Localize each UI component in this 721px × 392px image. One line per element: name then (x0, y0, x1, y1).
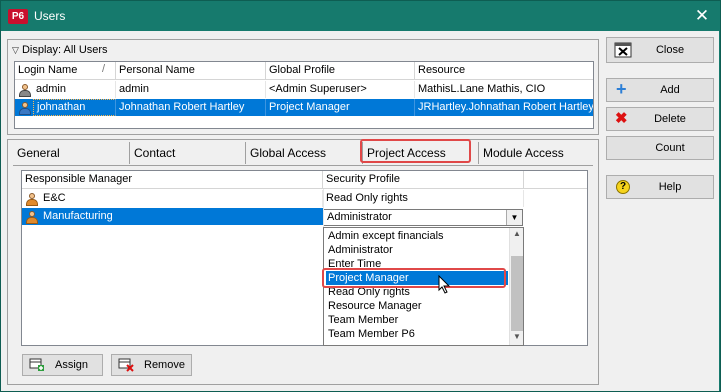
manager-icon (25, 210, 39, 224)
add-icon: + (616, 79, 627, 99)
tab-contact[interactable]: Contact (130, 142, 246, 164)
details-panel: General Contact Global Access Project Ac… (7, 139, 599, 385)
remove-icon (118, 358, 134, 372)
window-client-area: ▽ Display: All Users Login Name / Person… (1, 31, 719, 391)
cell-login: johnathan (33, 99, 116, 116)
user-admin-icon (18, 83, 32, 97)
cell-personal-name: Johnathan Robert Hartley (116, 99, 266, 116)
cell-global-profile: Project Manager (266, 99, 415, 116)
close-window-icon[interactable]: ✕ (689, 4, 715, 28)
mouse-cursor-icon (438, 275, 451, 294)
dropdown-option[interactable]: Admin except financials (326, 229, 508, 243)
col-personal-name[interactable]: Personal Name (116, 62, 266, 80)
delete-label: Delete (654, 113, 686, 125)
cell-manager: E&C (40, 190, 323, 207)
cell-global-profile: <Admin Superuser> (266, 81, 415, 98)
access-table-header: Responsible Manager Security Profile (22, 171, 587, 189)
col-responsible-manager[interactable]: Responsible Manager (22, 171, 323, 189)
sort-indicator-icon: / (102, 63, 106, 75)
manager-icon (25, 192, 39, 206)
assign-button[interactable]: Assign (22, 354, 103, 376)
close-button[interactable]: Close (606, 37, 714, 63)
cell-security-profile: Read Only rights (323, 190, 524, 207)
project-access-highlight (360, 139, 471, 163)
table-row-selected[interactable]: Manufacturing Administrator ▼ (22, 208, 587, 226)
dropdown-option[interactable]: Administrator (326, 243, 508, 257)
col-global-profile[interactable]: Global Profile (266, 62, 415, 80)
display-filter[interactable]: ▽ Display: All Users (12, 43, 108, 57)
help-label: Help (658, 181, 682, 193)
cell-manager: Manufacturing (43, 210, 113, 222)
display-label: Display: All Users (21, 44, 108, 56)
col-resource[interactable]: Resource (415, 62, 593, 80)
cell-resource: MathisL.Lane Mathis, CIO (418, 83, 546, 95)
title-bar: P6 Users ✕ (1, 1, 719, 31)
users-panel: ▽ Display: All Users Login Name / Person… (7, 39, 599, 135)
p6-logo-icon: P6 (8, 9, 28, 24)
assign-label: Assign (55, 359, 89, 371)
close-icon (614, 42, 632, 58)
delete-icon: ✖ (615, 110, 628, 127)
scroll-up-icon[interactable]: ▲ (510, 229, 524, 241)
dropdown-option[interactable]: Resource Manager (326, 299, 508, 313)
dropdown-option[interactable]: Team Member P6 (326, 327, 508, 341)
window-title: Users (34, 9, 66, 23)
dropdown-scrollbar[interactable]: ▲ ▼ (509, 228, 523, 345)
table-row[interactable]: E&C Read Only rights (22, 190, 587, 207)
dropdown-arrow-icon[interactable]: ▼ (506, 210, 522, 225)
table-row[interactable]: admin admin <Admin Superuser> MathisL.La… (15, 81, 593, 98)
remove-button[interactable]: Remove (111, 354, 192, 376)
project-access-table: Responsible Manager Security Profile E&C… (21, 170, 588, 346)
tab-general[interactable]: General (13, 142, 130, 164)
scroll-thumb[interactable] (511, 256, 523, 331)
users-table-header: Login Name / Personal Name Global Profil… (15, 62, 593, 80)
remove-label: Remove (144, 359, 185, 371)
chevron-down-icon: ▽ (12, 45, 19, 55)
assign-icon (29, 358, 44, 371)
scroll-down-icon[interactable]: ▼ (510, 332, 524, 344)
count-button[interactable]: Count (606, 136, 714, 160)
help-button[interactable]: ? Help (606, 175, 714, 199)
add-label: Add (660, 84, 680, 96)
add-button[interactable]: + Add (606, 78, 714, 102)
help-icon: ? (616, 180, 630, 194)
project-manager-highlight (322, 268, 506, 288)
cell-personal-name: admin (116, 81, 266, 98)
delete-button[interactable]: ✖ Delete (606, 107, 714, 131)
user-icon (18, 101, 32, 115)
dropdown-option[interactable]: Team Member (326, 313, 508, 327)
tab-module-access[interactable]: Module Access (479, 142, 593, 164)
security-profile-select[interactable]: Administrator ▼ (323, 209, 523, 226)
close-label: Close (655, 44, 685, 56)
tab-global-access[interactable]: Global Access (246, 142, 363, 164)
select-value: Administrator (327, 211, 392, 223)
count-label: Count (655, 142, 685, 154)
users-table: Login Name / Personal Name Global Profil… (14, 61, 594, 129)
table-row-selected[interactable]: johnathan Johnathan Robert Hartley Proje… (15, 99, 593, 116)
tab-strip: General Contact Global Access Project Ac… (13, 142, 593, 166)
cell-resource: JRHartley.Johnathan Robert Hartley (418, 101, 593, 113)
cell-login: admin (33, 81, 116, 98)
col-security-profile[interactable]: Security Profile (323, 171, 524, 189)
col-login-name[interactable]: Login Name (15, 62, 116, 80)
